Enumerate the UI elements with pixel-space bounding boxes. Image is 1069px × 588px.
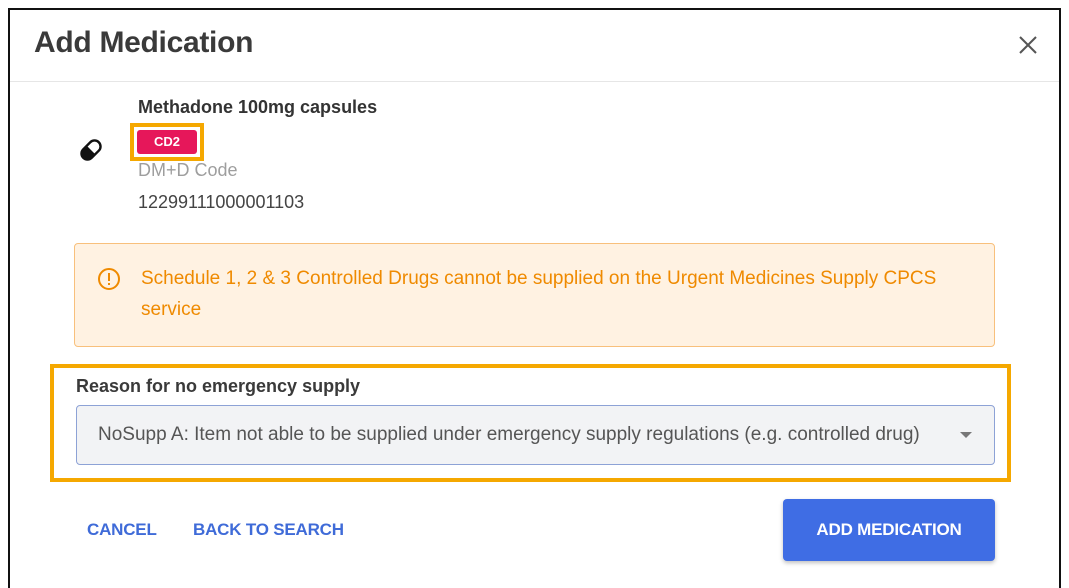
reason-select-value: NoSupp A: Item not able to be supplied u…	[98, 424, 943, 446]
reason-selected-text: NoSupp A: Item not able to be supplied u…	[98, 424, 920, 445]
cancel-button[interactable]: CANCEL	[87, 520, 157, 540]
dialog-title: Add Medication	[34, 26, 254, 59]
reason-select[interactable]: NoSupp A: Item not able to be supplied u…	[76, 405, 995, 465]
warning-circle-icon	[98, 268, 120, 290]
reason-label: Reason for no emergency supply	[76, 376, 361, 396]
warning-alert: Schedule 1, 2 & 3 Controlled Drugs canno…	[74, 243, 995, 347]
caret-down-icon[interactable]	[960, 432, 972, 438]
pill-icon	[80, 139, 102, 161]
dialog-header: Add Medication	[10, 10, 1059, 82]
dmd-code-label: DM+D Code	[138, 160, 238, 180]
controlled-drug-badge: CD2	[137, 130, 197, 154]
back-to-search-button[interactable]: BACK TO SEARCH	[193, 520, 344, 540]
dmd-code-value: 12299111000001103	[138, 192, 305, 212]
medication-name: Methadone 100mg capsules	[138, 97, 378, 117]
warning-message: Schedule 1, 2 & 3 Controlled Drugs canno…	[141, 268, 937, 320]
add-medication-button[interactable]: ADD MEDICATION	[783, 499, 995, 561]
close-icon[interactable]	[1015, 32, 1041, 58]
